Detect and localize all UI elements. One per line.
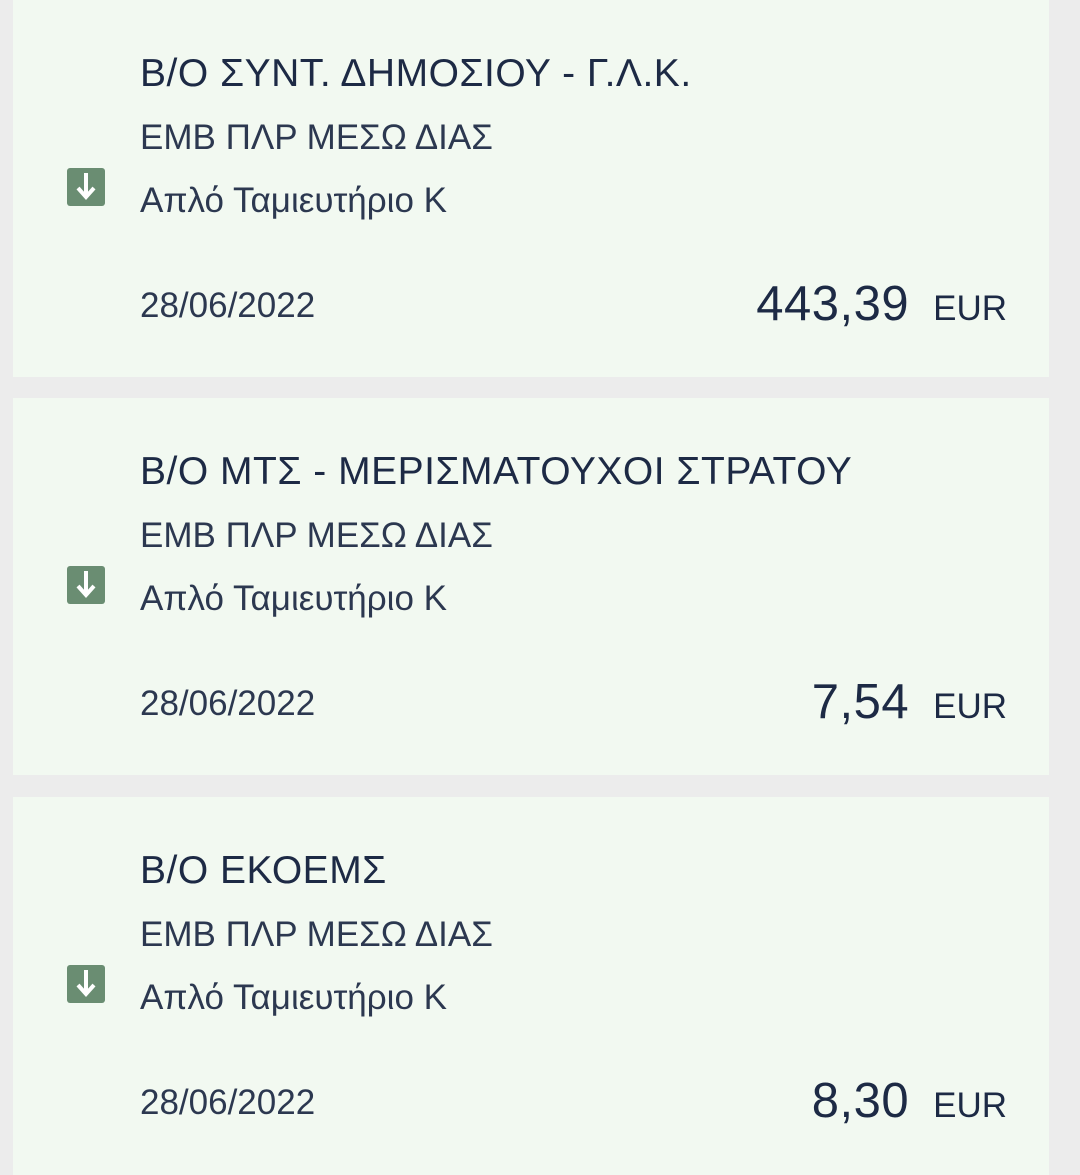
currency-label: EUR (933, 289, 1007, 328)
transaction-list: Β/Ο ΣΥΝΤ. ΔΗΜΟΣΙΟΥ - Γ.Λ.Κ. ΕΜΒ ΠΛΡ ΜΕΣΩ… (0, 0, 1080, 1175)
transaction-card[interactable]: Β/Ο ΕΚΟΕΜΣ ΕΜΒ ΠΛΡ ΜΕΣΩ ΔΙΑΣ Απλό Ταμιευ… (13, 797, 1049, 1175)
transaction-amount: 7,54 (811, 675, 910, 729)
incoming-arrow-down-icon (67, 168, 105, 206)
amount-group: 443,39 EUR (756, 276, 1007, 332)
transaction-amount: 8,30 (811, 1074, 910, 1128)
currency-label: EUR (933, 1086, 1007, 1125)
transaction-card[interactable]: Β/Ο ΜΤΣ - ΜΕΡΙΣΜΑΤΟΥΧΟΙ ΣΤΡΑΤΟΥ ΕΜΒ ΠΛΡ … (13, 398, 1049, 775)
transaction-date: 28/06/2022 (140, 286, 316, 325)
currency-label: EUR (933, 687, 1007, 726)
incoming-arrow-down-icon (67, 965, 105, 1003)
transaction-card[interactable]: Β/Ο ΣΥΝΤ. ΔΗΜΟΣΙΟΥ - Γ.Λ.Κ. ΕΜΒ ΠΛΡ ΜΕΣΩ… (13, 0, 1049, 377)
transaction-description: ΕΜΒ ΠΛΡ ΜΕΣΩ ΔΙΑΣ (140, 118, 493, 157)
account-name: Απλό Ταμιευτήριο Κ (140, 579, 447, 618)
amount-group: 7,54 EUR (812, 674, 1007, 730)
account-name: Απλό Ταμιευτήριο Κ (140, 978, 447, 1017)
transaction-title: Β/Ο ΕΚΟΕΜΣ (140, 849, 387, 892)
account-name: Απλό Ταμιευτήριο Κ (140, 181, 447, 220)
amount-group: 8,30 EUR (812, 1073, 1007, 1129)
transaction-title: Β/Ο ΣΥΝΤ. ΔΗΜΟΣΙΟΥ - Γ.Λ.Κ. (140, 52, 692, 95)
incoming-arrow-down-icon (67, 566, 105, 604)
transaction-description: ΕΜΒ ΠΛΡ ΜΕΣΩ ΔΙΑΣ (140, 915, 493, 954)
transaction-amount: 443,39 (756, 277, 910, 331)
transaction-title: Β/Ο ΜΤΣ - ΜΕΡΙΣΜΑΤΟΥΧΟΙ ΣΤΡΑΤΟΥ (140, 450, 853, 493)
transaction-date: 28/06/2022 (140, 684, 316, 723)
transaction-description: ΕΜΒ ΠΛΡ ΜΕΣΩ ΔΙΑΣ (140, 516, 493, 555)
transaction-date: 28/06/2022 (140, 1083, 316, 1122)
